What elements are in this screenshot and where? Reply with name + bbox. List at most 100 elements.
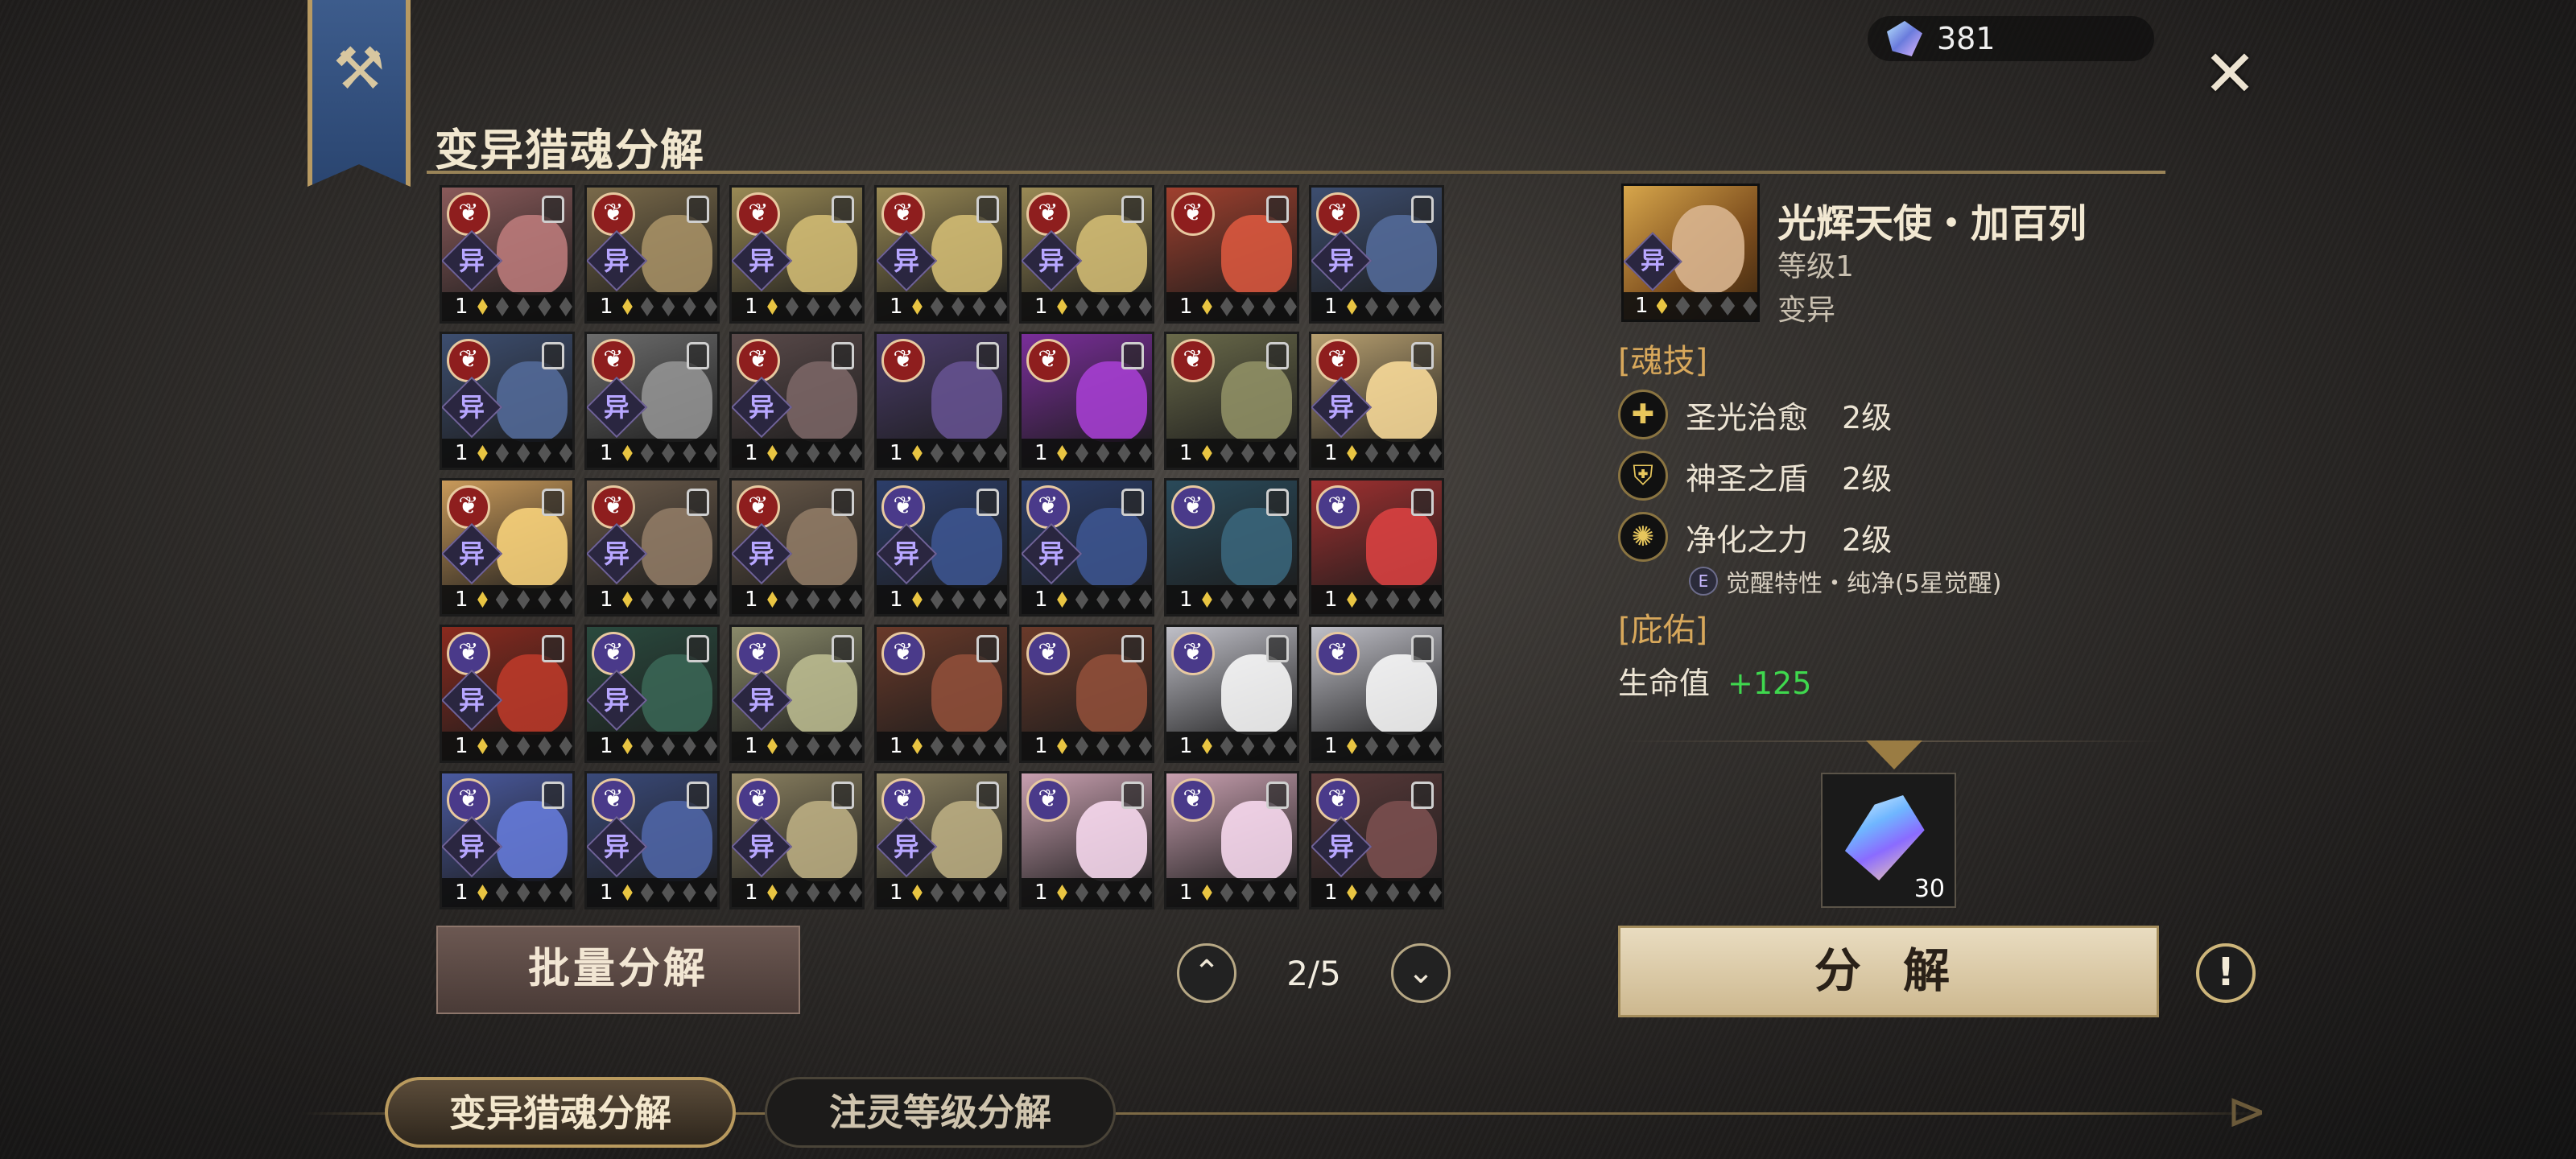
lock-icon[interactable]: [1266, 782, 1289, 809]
pager: ⌃ 2/5 ⌄: [1177, 943, 1451, 1003]
soul-card[interactable]: ❦ 异 1: [1309, 185, 1444, 324]
lock-icon[interactable]: [1266, 196, 1289, 223]
decompose-button[interactable]: 分 解: [1618, 926, 2159, 1017]
close-icon[interactable]: ✕: [2198, 42, 2262, 106]
batch-decompose-button[interactable]: 批量分解: [436, 926, 800, 1014]
lock-icon[interactable]: [1266, 489, 1289, 516]
soul-card[interactable]: ❦ 异 1: [584, 771, 720, 909]
lock-icon[interactable]: [1121, 342, 1144, 369]
lock-icon[interactable]: [832, 635, 854, 662]
lock-icon[interactable]: [687, 196, 709, 223]
lock-icon[interactable]: [1121, 635, 1144, 662]
soul-card[interactable]: ❦ 异 1: [729, 478, 865, 617]
soul-card[interactable]: ❦ 异 1: [729, 185, 865, 324]
chevron-up-icon[interactable]: ⌃: [1177, 943, 1236, 1003]
skill-row: ✚ 圣光治愈 2级: [1618, 390, 1892, 439]
soul-card[interactable]: ❦ 异 1: [729, 332, 865, 470]
soul-card[interactable]: ❦ 1: [1164, 625, 1299, 763]
soul-card[interactable]: ❦ 1: [874, 332, 1009, 470]
lock-icon[interactable]: [542, 782, 564, 809]
lock-icon[interactable]: [1411, 196, 1434, 223]
mutation-badge: 异: [732, 376, 793, 439]
soul-card[interactable]: ❦ 异 1: [874, 185, 1009, 324]
lock-icon[interactable]: [1411, 342, 1434, 369]
class-emblem-icon: ❦: [592, 778, 635, 822]
soul-card[interactable]: ❦ 1: [1164, 478, 1299, 617]
portrait-face: [497, 801, 568, 881]
soul-card[interactable]: ❦ 异 1: [1309, 332, 1444, 470]
soul-card[interactable]: ❦ 异 1: [874, 771, 1009, 909]
soul-card[interactable]: ❦ 异 1: [440, 332, 575, 470]
lock-icon[interactable]: [976, 489, 999, 516]
star-bar: 1: [1022, 585, 1152, 614]
chevron-down-icon[interactable]: ⌄: [1391, 943, 1451, 1003]
portrait-face: [1366, 654, 1437, 735]
soul-card[interactable]: ❦ 1: [1164, 332, 1299, 470]
soul-card[interactable]: ❦ 异 1: [874, 478, 1009, 617]
lock-icon[interactable]: [687, 782, 709, 809]
soul-card[interactable]: ❦ 异 1: [584, 185, 720, 324]
lock-icon[interactable]: [1266, 635, 1289, 662]
lock-icon[interactable]: [687, 635, 709, 662]
class-emblem-icon: ❦: [1026, 192, 1070, 236]
star-bar: 1: [587, 439, 717, 468]
lock-icon[interactable]: [832, 489, 854, 516]
tab-mutation-decompose[interactable]: 变异猎魂分解: [385, 1077, 736, 1148]
lock-icon[interactable]: [687, 342, 709, 369]
lock-icon[interactable]: [1121, 782, 1144, 809]
lock-icon[interactable]: [976, 782, 999, 809]
class-emblem-icon: ❦: [1026, 632, 1070, 675]
soul-card[interactable]: ❦ 1: [1309, 478, 1444, 617]
soul-card[interactable]: ❦ 异 1: [584, 625, 720, 763]
crystal-gem-icon: [1887, 21, 1922, 56]
soul-card[interactable]: ❦ 异 1: [729, 771, 865, 909]
soul-card[interactable]: ❦ 异 1: [1019, 478, 1154, 617]
star-bar: 1: [1311, 439, 1442, 468]
lock-icon[interactable]: [1411, 782, 1434, 809]
soul-card[interactable]: ❦ 1: [874, 625, 1009, 763]
lock-icon[interactable]: [832, 196, 854, 223]
soul-card[interactable]: ❦ 异 1: [729, 625, 865, 763]
class-emblem-icon: ❦: [1316, 632, 1360, 675]
star-bar: 1: [442, 732, 572, 761]
lock-icon[interactable]: [1121, 489, 1144, 516]
soul-card[interactable]: ❦ 异 1: [440, 478, 575, 617]
lock-icon[interactable]: [1411, 635, 1434, 662]
lock-icon[interactable]: [542, 489, 564, 516]
soul-card[interactable]: ❦ 异 1: [440, 625, 575, 763]
star-bar: 1: [1022, 439, 1152, 468]
soul-card[interactable]: ❦ 异 1: [584, 332, 720, 470]
soul-card[interactable]: ❦ 异 1: [440, 771, 575, 909]
portrait-face: [931, 801, 1002, 881]
lock-icon[interactable]: [976, 635, 999, 662]
lock-icon[interactable]: [976, 196, 999, 223]
soul-card[interactable]: ❦ 异 1: [584, 478, 720, 617]
star-bar: 1: [1166, 585, 1297, 614]
lock-icon[interactable]: [832, 782, 854, 809]
lock-icon[interactable]: [542, 342, 564, 369]
lock-icon[interactable]: [832, 342, 854, 369]
lock-icon[interactable]: [1411, 489, 1434, 516]
lock-icon[interactable]: [542, 635, 564, 662]
soul-card[interactable]: ❦ 1: [1019, 771, 1154, 909]
soul-card[interactable]: ❦ 异 1: [1309, 771, 1444, 909]
soul-card[interactable]: ❦ 异 1: [1019, 185, 1154, 324]
lock-icon[interactable]: [1266, 342, 1289, 369]
mutation-badge: 异: [1311, 229, 1373, 292]
mutation-badge: 异: [587, 522, 648, 585]
soul-card[interactable]: ❦ 1: [1019, 332, 1154, 470]
lock-icon[interactable]: [542, 196, 564, 223]
lock-icon[interactable]: [1121, 196, 1144, 223]
soul-card[interactable]: ❦ 1: [1019, 625, 1154, 763]
soul-card[interactable]: ❦ 异 1: [440, 185, 575, 324]
soul-card[interactable]: ❦ 1: [1164, 185, 1299, 324]
soul-card[interactable]: ❦ 1: [1309, 625, 1444, 763]
lock-icon[interactable]: [976, 342, 999, 369]
reward-item[interactable]: 30: [1821, 773, 1956, 908]
star-bar: 1: [587, 292, 717, 321]
info-icon[interactable]: !: [2196, 943, 2256, 1003]
lock-icon[interactable]: [687, 489, 709, 516]
soul-card[interactable]: ❦ 1: [1164, 771, 1299, 909]
tab-infusion-decompose[interactable]: 注灵等级分解: [765, 1077, 1116, 1148]
mutation-badge: 异: [732, 669, 793, 732]
